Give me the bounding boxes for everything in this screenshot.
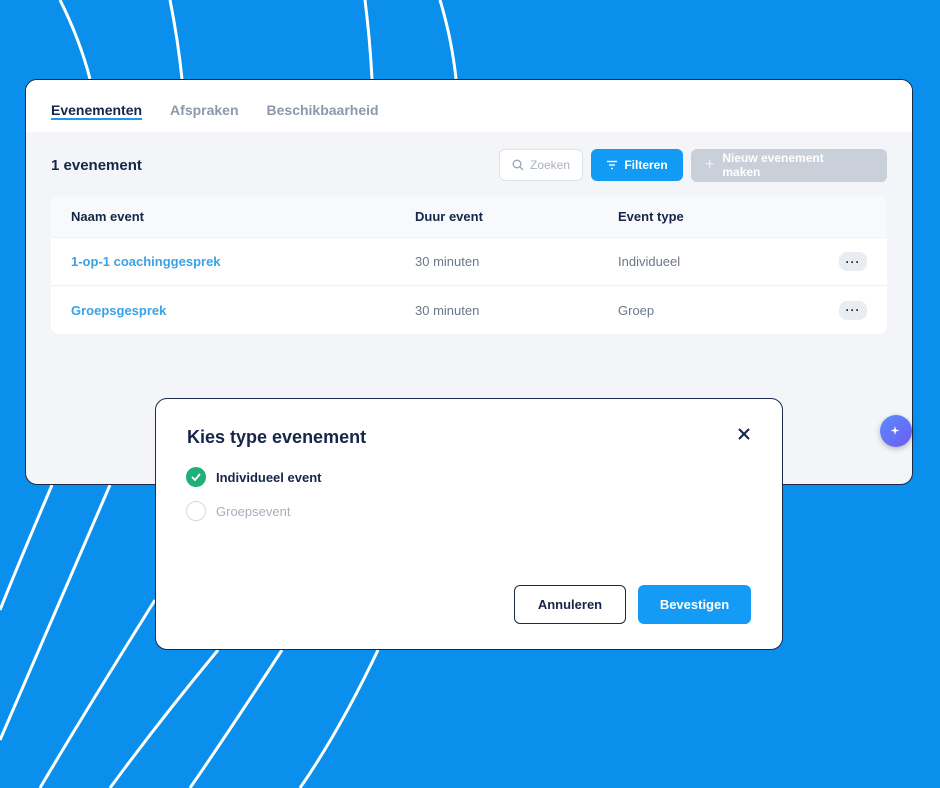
option-label: Groepsevent — [216, 503, 291, 519]
option-group[interactable]: Groepsevent — [186, 501, 290, 521]
event-type: Individueel — [618, 254, 681, 269]
filter-button[interactable]: Filteren — [591, 149, 683, 181]
confirm-button[interactable]: Bevestigen — [638, 585, 751, 624]
more-options-icon[interactable]: ··· — [839, 252, 867, 271]
radio-checked-icon[interactable] — [186, 467, 206, 487]
table-row[interactable]: Groepsgesprek 30 minuten Groep ··· — [51, 286, 887, 334]
option-label: Individueel event — [216, 469, 322, 485]
new-event-button-label: Nieuw evenement maken — [722, 151, 824, 179]
event-duration: 30 minuten — [415, 302, 480, 318]
tab-beschikbaarheid[interactable]: Beschikbaarheid — [267, 102, 379, 132]
column-header-type: Event type — [618, 209, 684, 224]
event-count: 1 evenement — [51, 156, 142, 174]
option-individual[interactable]: Individueel event — [186, 467, 321, 487]
close-icon[interactable] — [736, 426, 752, 442]
search-icon — [512, 159, 524, 171]
filter-button-label: Filteren — [624, 158, 668, 172]
toolbar: 1 evenement Filteren + Nieuw evenement m… — [51, 148, 887, 182]
tab-bar: Evenementen Afspraken Beschikbaarheid — [26, 80, 912, 132]
table-row[interactable]: 1-op-1 coachinggesprek 30 minuten Indivi… — [51, 238, 887, 286]
more-options-icon[interactable]: ··· — [839, 300, 867, 320]
dialog-title: Kies type evenement — [187, 427, 367, 447]
event-name-link[interactable]: Groepsgesprek — [71, 303, 415, 318]
column-header-duration: Duur event — [415, 209, 483, 224]
radio-unchecked-icon[interactable] — [186, 501, 206, 521]
event-duration: 30 minuten — [415, 254, 480, 269]
event-name-link[interactable]: 1-op-1 coachinggesprek — [71, 254, 415, 269]
new-event-button[interactable]: + Nieuw evenement maken — [691, 148, 887, 182]
cancel-button[interactable]: Annuleren — [514, 585, 626, 624]
tab-evenementen[interactable]: Evenementen — [51, 102, 143, 132]
search-box[interactable] — [499, 149, 583, 181]
check-icon — [191, 473, 201, 481]
event-type: Groep — [618, 302, 655, 318]
tab-afspraken[interactable]: Afspraken — [170, 102, 238, 132]
sparkle-icon[interactable] — [880, 415, 912, 447]
sparkle-glyph — [890, 426, 900, 435]
events-table: Naam event Duur event Event type 1-op-1 … — [51, 196, 887, 334]
filter-icon — [607, 160, 618, 170]
event-type-dialog: Kies type evenement Individueel event Gr… — [155, 398, 783, 650]
plus-icon: + — [705, 156, 715, 173]
column-header-name: Naam event — [71, 209, 144, 224]
search-input[interactable] — [530, 158, 580, 172]
table-header: Naam event Duur event Event type — [51, 196, 887, 238]
